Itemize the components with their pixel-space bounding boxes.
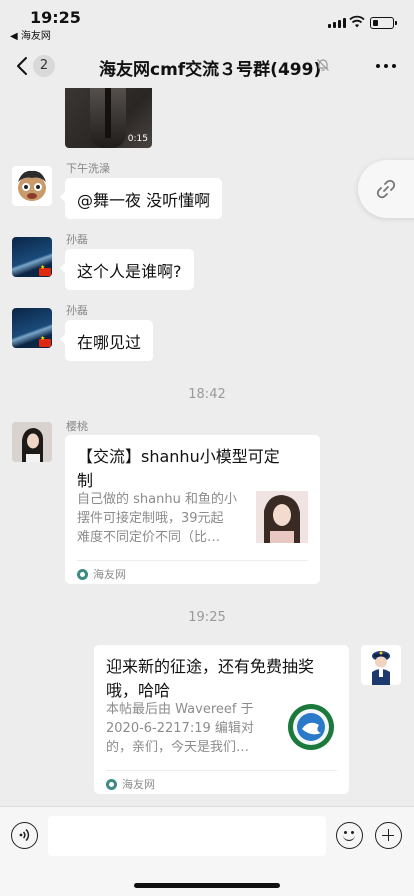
status-time: 19:25 (30, 8, 81, 27)
voice-icon[interactable] (11, 822, 38, 849)
home-indicator[interactable] (134, 883, 280, 888)
sender-name: 樱桃 (66, 420, 88, 433)
link-card[interactable]: 迎来新的征途，还有免费抽奖 哦，哈哈 本帖最后由 Wavereef 于 2020… (94, 645, 349, 794)
cartoon-avatar-icon (18, 170, 46, 201)
video-message-thumbnail[interactable]: 0:15 (65, 88, 152, 148)
message-timestamp: 19:25 (188, 610, 226, 625)
chat-input-bar (0, 806, 414, 896)
battery-icon (370, 17, 397, 29)
more-horizontal-icon[interactable] (376, 64, 396, 68)
back-to-app-link[interactable]: ◀ 海友网 (10, 27, 51, 42)
sender-name: 孙磊 (66, 233, 88, 246)
cellular-signal-icon (328, 18, 346, 28)
avatar[interactable] (12, 166, 52, 206)
message-bubble[interactable]: @舞一夜 没听懂啊 (59, 178, 223, 219)
unread-count-badge[interactable]: 2 (33, 55, 55, 77)
link-card-title: 迎来新的征途，还有免费抽奖 哦，哈哈 (106, 657, 315, 700)
plus-icon[interactable] (375, 822, 402, 849)
chevron-left-icon[interactable] (12, 54, 34, 78)
link-card-thumbnail (285, 701, 337, 753)
china-flag-icon (39, 335, 51, 347)
bell-muted-icon (317, 59, 329, 71)
link-card-title: 【交流】shanhu小模型可定 制 (77, 447, 280, 490)
chat-title[interactable]: 海友网cmf交流３号群(499) (99, 55, 321, 80)
link-card-description: 本帖最后由 Wavereef 于 2020-6-2217:19 编辑对 的，亲们… (106, 702, 254, 755)
message-bubble[interactable]: 这个人是谁啊? (60, 249, 194, 290)
emoji-icon[interactable] (336, 822, 363, 849)
link-card-source: 海友网 (106, 776, 155, 792)
person-photo-avatar (12, 422, 52, 462)
avatar[interactable] (12, 422, 52, 462)
wifi-icon (349, 15, 365, 28)
avatar[interactable] (12, 308, 52, 348)
link-card-thumbnail (256, 491, 308, 543)
link-icon (376, 179, 396, 199)
haiyou-logo-icon (106, 778, 117, 790)
status-bar: 19:25 ◀ 海友网 (0, 0, 414, 44)
link-card[interactable]: 【交流】shanhu小模型可定 制 自己做的 shanhu 和鱼的小 摆件可接定… (65, 435, 320, 584)
floating-link-button[interactable] (358, 160, 414, 218)
message-input[interactable] (48, 816, 326, 856)
video-duration: 0:15 (127, 134, 148, 144)
cartoon-police-avatar-icon (361, 645, 401, 685)
message-bubble[interactable]: 在哪见过 (59, 320, 154, 361)
chat-header: 2 海友网cmf交流３号群(499) (0, 44, 414, 88)
battery-level (372, 19, 378, 26)
sender-name: 孙磊 (66, 304, 88, 317)
avatar[interactable] (361, 645, 401, 685)
avatar[interactable] (12, 237, 52, 277)
link-card-description: 自己做的 shanhu 和鱼的小 摆件可接定制哦，39元起 难度不同定价不同（比… (77, 492, 237, 545)
haiyou-logo-icon (77, 568, 88, 580)
china-flag-icon (39, 264, 51, 276)
sender-name: 下午洗澡 (66, 162, 110, 175)
message-timestamp: 18:42 (188, 387, 226, 402)
link-card-source: 海友网 (77, 566, 126, 582)
